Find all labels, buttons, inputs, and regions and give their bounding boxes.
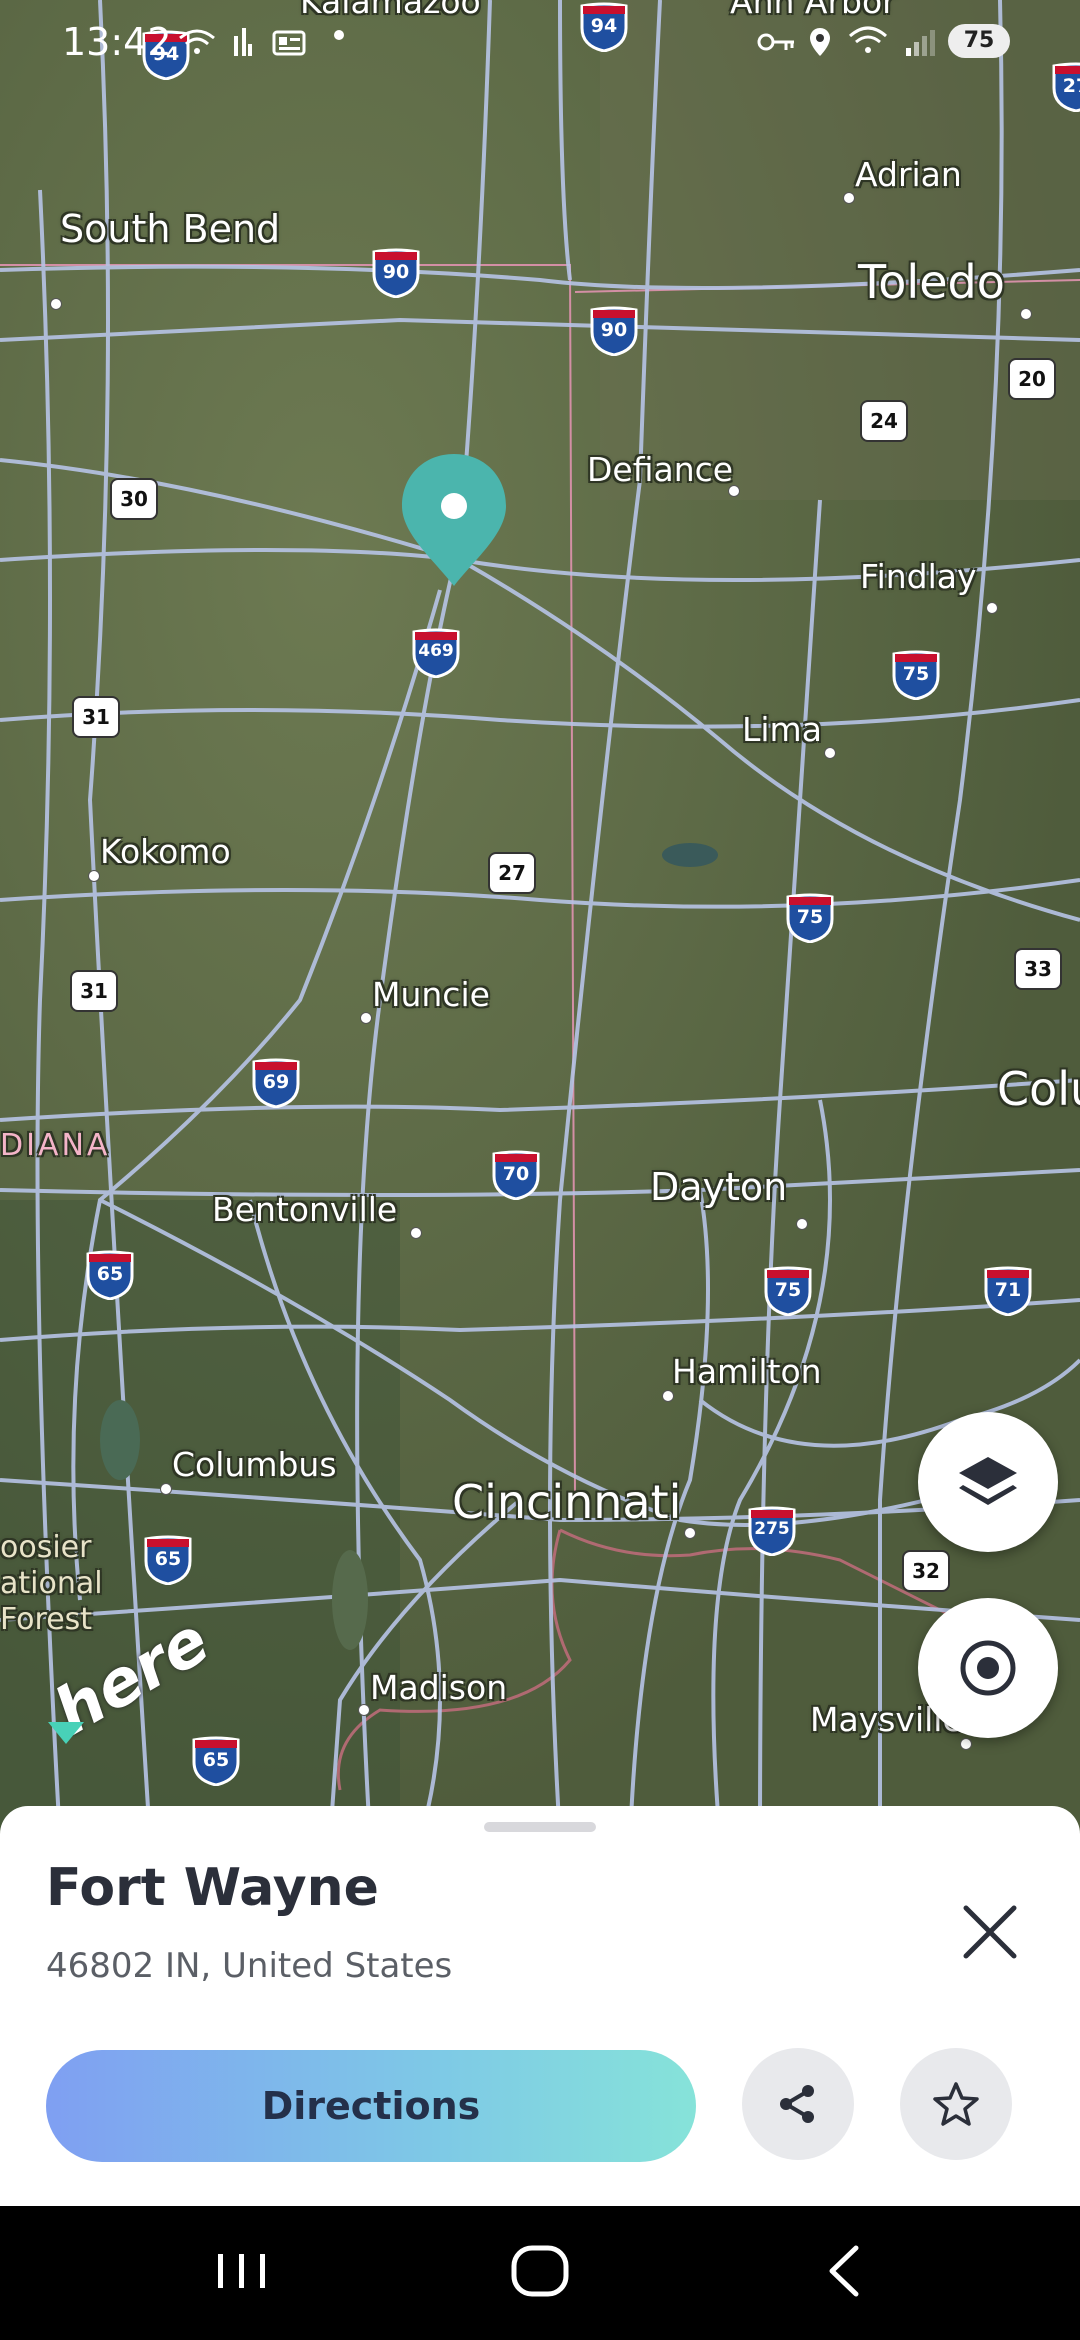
interstate-shield: 275	[748, 1506, 796, 1556]
city-label-defiance: Defiance	[587, 450, 734, 489]
interstate-shield: 90	[372, 248, 420, 298]
sheet-drag-handle[interactable]	[484, 1822, 596, 1832]
recent-apps-icon[interactable]	[212, 2236, 272, 2306]
city-label-findlay: Findlay	[860, 557, 977, 596]
city-dot	[160, 1483, 172, 1495]
state-label-indiana: DIANA	[0, 1128, 111, 1163]
map-view[interactable]: South Bend Toledo Adrian Defiance Findla…	[0, 0, 1080, 1840]
close-icon[interactable]	[950, 1892, 1030, 1972]
city-dot	[1020, 308, 1032, 320]
city-dot	[796, 1218, 808, 1230]
city-dot	[662, 1390, 674, 1402]
city-label-muncie: Muncie	[372, 975, 490, 1014]
home-icon[interactable]	[508, 2236, 572, 2306]
interstate-shield: 75	[764, 1266, 812, 1316]
interstate-shield: 469	[412, 628, 460, 678]
us-highway-marker: 27	[488, 852, 536, 894]
my-location-button[interactable]	[918, 1598, 1058, 1738]
us-highway-marker: 30	[110, 478, 158, 520]
interstate-shield: 90	[590, 306, 638, 356]
city-dot	[986, 602, 998, 614]
place-details-sheet: Fort Wayne 46802 IN, United States Direc…	[0, 1806, 1080, 2206]
interstate-shield: 75	[786, 893, 834, 943]
us-highway-marker: 32	[902, 1550, 950, 1592]
location-pin-icon[interactable]	[398, 450, 510, 590]
city-label-south-bend: South Bend	[60, 207, 281, 251]
us-highway-marker: 31	[72, 696, 120, 738]
status-time: 13:42	[62, 20, 172, 64]
vpn-key-icon	[757, 33, 794, 51]
city-dot	[824, 747, 836, 759]
city-label-adrian: Adrian	[855, 155, 962, 194]
city-dot	[843, 192, 855, 204]
city-label-lima: Lima	[742, 710, 822, 749]
place-address: 46802 IN, United States	[46, 1946, 453, 1986]
directions-button[interactable]: Directions	[46, 2050, 696, 2162]
status-bar: 13:42 75	[0, 0, 1080, 80]
city-dot	[410, 1227, 422, 1239]
us-highway-marker: 20	[1008, 358, 1056, 400]
battery-indicator: 75	[948, 24, 1010, 58]
city-dot	[358, 1704, 370, 1716]
back-icon[interactable]	[818, 2236, 868, 2306]
city-label-columbus: Columbus	[172, 1445, 337, 1484]
map-layers-button[interactable]	[918, 1412, 1058, 1552]
share-icon	[780, 2085, 814, 2123]
us-highway-marker: 33	[1014, 948, 1062, 990]
wifi-icon	[179, 29, 215, 54]
layers-icon	[959, 1457, 1017, 1505]
city-dot	[960, 1738, 972, 1750]
star-icon	[933, 2082, 979, 2126]
wifi-5g-icon	[849, 26, 887, 53]
interstate-shield: 65	[192, 1736, 240, 1786]
interstate-shield: 71	[984, 1266, 1032, 1316]
interstate-shield: 75	[892, 650, 940, 700]
city-dot	[728, 485, 740, 497]
city-label-toledo: Toledo	[858, 255, 1005, 309]
signal-icon	[234, 28, 252, 56]
place-name: Fort Wayne	[46, 1858, 379, 1918]
news-icon	[272, 30, 306, 56]
interstate-shield: 65	[144, 1535, 192, 1585]
city-label-hamilton: Hamilton	[672, 1352, 822, 1391]
here-logo-mark	[48, 1722, 84, 1744]
city-label-dayton: Dayton	[650, 1165, 788, 1209]
location-icon	[810, 28, 830, 56]
city-label-columbus-oh: Colu	[997, 1062, 1080, 1116]
city-dot	[360, 1012, 372, 1024]
interstate-shield: 69	[252, 1058, 300, 1108]
interstate-shield: 70	[492, 1150, 540, 1200]
city-label-madison: Madison	[370, 1668, 508, 1707]
target-icon	[960, 1640, 1016, 1696]
city-label-bentonville: Bentonville	[212, 1190, 398, 1229]
system-navigation-bar	[0, 2206, 1080, 2340]
interstate-shield: 65	[86, 1250, 134, 1300]
city-label-cincinnati: Cincinnati	[452, 1475, 682, 1529]
city-label-kokomo: Kokomo	[100, 832, 231, 871]
city-dot	[50, 298, 62, 310]
cell-signal-icon	[906, 30, 935, 56]
save-favorite-button[interactable]	[900, 2048, 1012, 2160]
share-button[interactable]	[742, 2048, 854, 2160]
region-label-hoosier-forest: oosier ational Forest	[0, 1530, 103, 1637]
notification-dot-icon	[334, 30, 344, 40]
city-dot	[88, 870, 100, 882]
city-dot	[684, 1527, 696, 1539]
us-highway-marker: 31	[70, 970, 118, 1012]
us-highway-marker: 24	[860, 400, 908, 442]
